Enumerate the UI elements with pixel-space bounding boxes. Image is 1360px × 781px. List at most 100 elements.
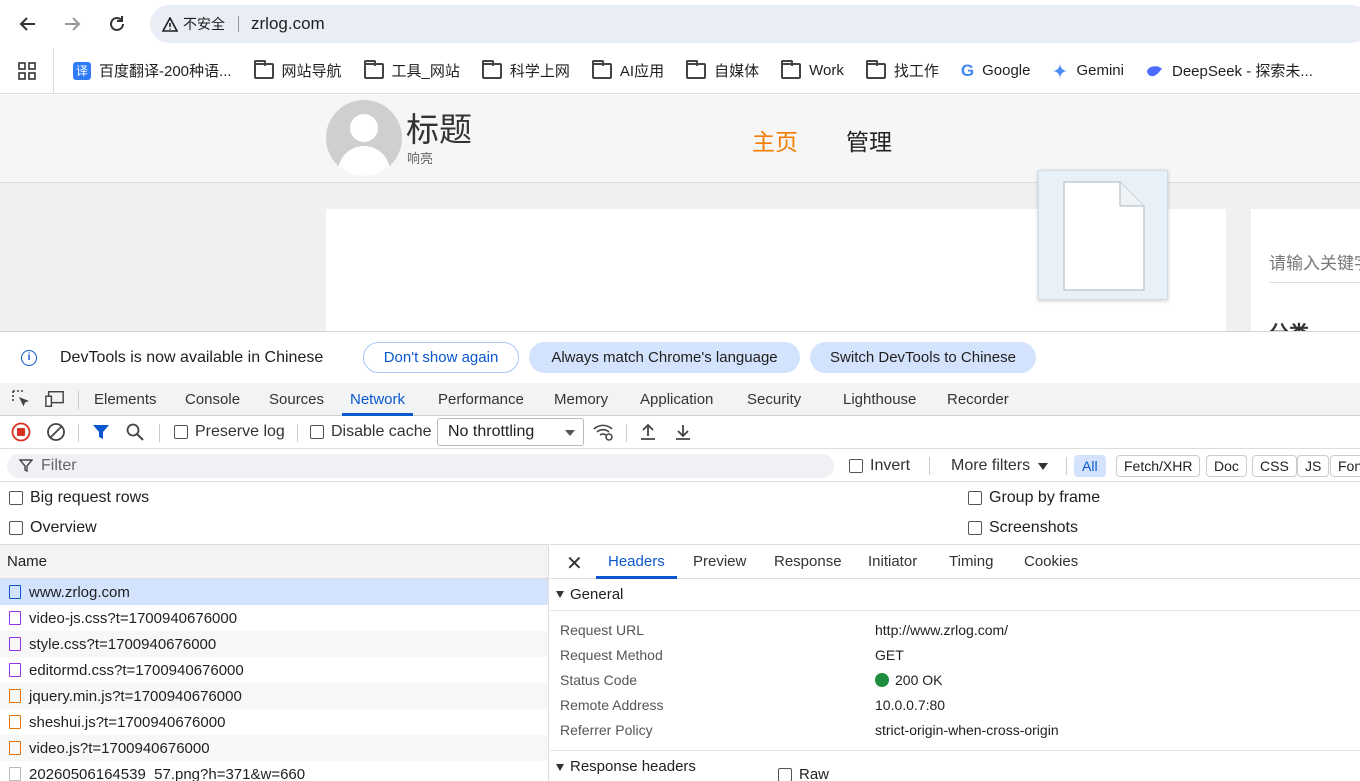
inspect-element-button[interactable] — [11, 389, 31, 409]
tab-timing[interactable]: Timing — [949, 545, 993, 579]
tab-response[interactable]: Response — [774, 545, 842, 579]
checkbox-box[interactable] — [968, 491, 982, 505]
checkbox-box[interactable] — [174, 425, 188, 439]
forward-button[interactable] — [59, 11, 85, 37]
section-title: Response headers — [570, 758, 696, 775]
bookmark-deepseek[interactable]: DeepSeek - 探索未... — [1135, 56, 1324, 86]
tab-sources[interactable]: Sources — [269, 383, 324, 416]
tab-performance[interactable]: Performance — [438, 383, 524, 416]
bookmark-folder[interactable]: 工具_网站 — [353, 56, 471, 86]
table-row[interactable]: sheshui.js?t=1700940676000 — [0, 709, 548, 735]
checkbox-box[interactable] — [849, 459, 863, 473]
table-row[interactable]: video-js.css?t=1700940676000 — [0, 605, 548, 631]
general-section-header[interactable]: General — [550, 579, 1360, 611]
tab-cookies[interactable]: Cookies — [1024, 545, 1078, 579]
response-headers-section-header[interactable]: Response headers Raw — [550, 751, 1360, 781]
disable-cache-checkbox[interactable]: Disable cache — [310, 422, 432, 442]
bookmark-folder[interactable]: 找工作 — [855, 56, 950, 86]
image-icon — [9, 767, 21, 781]
checkbox-box[interactable] — [9, 491, 23, 505]
tab-preview[interactable]: Preview — [693, 545, 746, 579]
always-match-language-button[interactable]: Always match Chrome's language — [529, 342, 800, 373]
table-row[interactable]: www.zrlog.com — [0, 579, 548, 605]
header-key: Referrer Policy — [560, 722, 653, 738]
filter-chip-doc[interactable]: Doc — [1206, 455, 1247, 477]
stop-recording-button[interactable] — [11, 422, 31, 442]
security-chip[interactable]: 不安全 — [162, 14, 239, 34]
name-column-header[interactable]: Name — [0, 545, 548, 579]
filter-chip-all[interactable]: All — [1074, 455, 1106, 477]
filter-chip-fetch-xhr[interactable]: Fetch/XHR — [1116, 455, 1201, 477]
bookmark-folder[interactable]: 科学上网 — [471, 56, 581, 86]
table-row[interactable]: jquery.min.js?t=1700940676000 — [0, 683, 548, 709]
back-button[interactable] — [15, 11, 41, 37]
dont-show-again-button[interactable]: Don't show again — [363, 342, 519, 373]
site-title[interactable]: 标题 — [406, 103, 472, 151]
bookmark-folder[interactable]: 网站导航 — [243, 56, 353, 86]
filter-chip-js[interactable]: JS — [1297, 455, 1330, 477]
preserve-log-checkbox[interactable]: Preserve log — [174, 422, 285, 442]
table-row[interactable]: style.css?t=1700940676000 — [0, 631, 548, 657]
overview-checkbox[interactable]: Overview — [9, 519, 97, 537]
url-text[interactable]: zrlog.com — [251, 14, 325, 34]
bookmark-folder[interactable]: 自媒体 — [675, 56, 770, 86]
tab-application[interactable]: Application — [640, 383, 713, 416]
raw-checkbox[interactable]: Raw — [778, 759, 829, 781]
divider — [929, 457, 930, 475]
table-row[interactable]: video.js?t=1700940676000 — [0, 735, 548, 761]
invert-checkbox[interactable]: Invert — [849, 456, 910, 476]
import-har-button[interactable] — [639, 422, 657, 442]
tab-network[interactable]: Network — [341, 383, 414, 416]
close-icon[interactable]: ✕ — [566, 551, 583, 576]
nav-home-link[interactable]: 主页 — [752, 123, 798, 157]
export-har-button[interactable] — [674, 422, 692, 442]
network-conditions-button[interactable] — [593, 422, 615, 442]
clear-button[interactable] — [46, 422, 66, 442]
group-by-frame-checkbox[interactable]: Group by frame — [968, 489, 1100, 507]
screenshots-checkbox[interactable]: Screenshots — [968, 519, 1078, 537]
search-button[interactable] — [126, 422, 144, 442]
sidebar-card: 请输入关键字 分类 — [1251, 209, 1360, 331]
device-toolbar-button[interactable] — [45, 389, 65, 409]
bookmark-google[interactable]: G Google — [950, 56, 1042, 86]
nav-admin-link[interactable]: 管理 — [846, 123, 892, 157]
tab-recorder[interactable]: Recorder — [947, 383, 1009, 416]
big-request-rows-checkbox[interactable]: Big request rows — [9, 489, 149, 507]
table-row[interactable]: editormd.css?t=1700940676000 — [0, 657, 548, 683]
apps-button[interactable] — [0, 47, 54, 94]
tab-console[interactable]: Console — [185, 383, 240, 416]
divider — [626, 424, 627, 442]
tab-elements[interactable]: Elements — [94, 383, 157, 416]
checkbox-label: Big request rows — [30, 489, 150, 506]
checkbox-box[interactable] — [9, 521, 23, 535]
bookmark-baidu-translate[interactable]: 译 百度翻译-200种语... — [62, 56, 243, 86]
options-row: Big request rows Group by frame — [0, 483, 1360, 513]
address-bar[interactable]: 不安全 zrlog.com — [150, 5, 1360, 43]
throttling-value: No throttling — [448, 423, 535, 440]
bookmark-gemini[interactable]: Gemini — [1041, 56, 1135, 86]
switch-to-chinese-button[interactable]: Switch DevTools to Chinese — [810, 342, 1036, 373]
throttling-select[interactable]: No throttling — [437, 418, 584, 446]
filter-input[interactable]: Filter — [7, 454, 834, 478]
checkbox-box[interactable] — [968, 521, 982, 535]
filter-toggle-button[interactable] — [92, 422, 110, 442]
avatar-head-shape — [350, 114, 378, 142]
table-row[interactable]: 20260506164539_57.png?h=371&w=660 — [0, 761, 548, 781]
tab-initiator[interactable]: Initiator — [868, 545, 917, 579]
tab-lighthouse[interactable]: Lighthouse — [843, 383, 916, 416]
filter-chip-font[interactable]: Font — [1330, 455, 1360, 477]
more-filters-dropdown[interactable]: More filters — [951, 456, 1049, 476]
checkbox-box[interactable] — [778, 768, 792, 781]
reload-button[interactable] — [104, 11, 130, 37]
search-input[interactable]: 请输入关键字 — [1269, 249, 1360, 274]
bookmark-folder[interactable]: Work — [770, 56, 855, 86]
filter-chip-css[interactable]: CSS — [1252, 455, 1297, 477]
avatar[interactable] — [326, 100, 402, 176]
infobar-message: DevTools is now available in Chinese — [60, 348, 324, 366]
bookmark-folder[interactable]: AI应用 — [581, 56, 675, 86]
tab-headers[interactable]: Headers — [596, 545, 677, 579]
tab-memory[interactable]: Memory — [554, 383, 608, 416]
checkbox-box[interactable] — [310, 425, 324, 439]
tab-security[interactable]: Security — [747, 383, 801, 416]
file-icon — [1063, 181, 1145, 291]
